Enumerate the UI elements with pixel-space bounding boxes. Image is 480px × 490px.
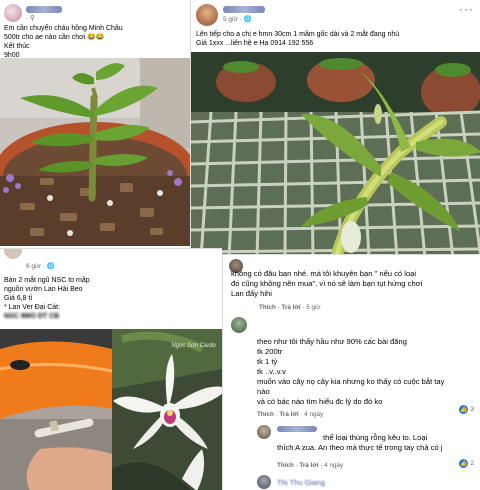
- comment3-like-button[interactable]: Thích: [277, 462, 294, 469]
- comment2-reply-button[interactable]: Trả lời: [279, 411, 298, 418]
- comment2-line5: muốn vào cây nọ cây kia nhưng ko thấy có…: [257, 377, 445, 386]
- like-icon: 👍: [459, 405, 469, 414]
- comment3-time: 4 ngày: [324, 462, 344, 469]
- post3-photo-white-orchid[interactable]: Ngọc Sơn Cardo: [112, 329, 222, 490]
- comment3-line2: thích A zua. An theo mà thực tế trong ta…: [277, 443, 443, 452]
- post3-watermark: Ngọc Sơn Cardo: [171, 343, 216, 349]
- post2-author-name[interactable]: [223, 6, 265, 13]
- post3-photo-car-stem[interactable]: [0, 329, 112, 490]
- post2-text: Lên tiếp cho a chị e hmn 30cm 1 mầm gốc …: [196, 30, 399, 48]
- post2-more-options[interactable]: ···: [459, 2, 474, 16]
- comment2-line7: và có bác nào tìm hiểu đc lý do đó ko: [257, 397, 383, 406]
- post1-photo-orchid-pot[interactable]: [0, 58, 190, 246]
- post3-text: Bán 2 mắt ngũ NSC to mập nguồn vườn Lan …: [4, 276, 90, 321]
- comment2-like-button[interactable]: Thích: [257, 411, 274, 418]
- post3-line3: Giá 6,8 tỉ: [4, 295, 33, 302]
- post1-line2-text: 500tr cho ae nào cần chơi: [4, 34, 86, 41]
- post2-line2: Giá 1xxx ...liên hệ e Ha 0914 192 556: [196, 40, 314, 47]
- post2-time: 5 giờ · 🌐: [223, 16, 252, 23]
- comment3-like-count[interactable]: 👍 2: [459, 459, 474, 468]
- comment2-line6: nào: [257, 387, 270, 396]
- post1-line1: Em cần chuyển cháu hồng Minh Châu: [4, 25, 123, 32]
- comment2-line2: tk 200tr: [257, 347, 283, 356]
- comment1-actions: Thích · Trả lời · 5 giờ: [259, 304, 321, 311]
- post1-emoji: 😂😂: [87, 34, 105, 41]
- comment1-line1: không có đâu bạn nhé. mà tôi khuyên bạn …: [231, 269, 417, 278]
- post-1: · ⚲ Em cần chuyển cháu hồng Minh Châu 50…: [0, 0, 190, 246]
- post3-time-text: 6 giờ ·: [26, 263, 47, 270]
- comment4-name[interactable]: Thị Thu Giang: [277, 478, 325, 488]
- post1-author-name[interactable]: [26, 6, 62, 13]
- post2-avatar[interactable]: [196, 4, 218, 26]
- comment1-reply-button[interactable]: Trả lời: [281, 304, 300, 311]
- comment2-line3: tk 1 tỷ: [257, 357, 278, 366]
- comment2-like-count-text: 3: [470, 406, 474, 413]
- post3-time: 6 giờ · 🌐: [26, 263, 55, 270]
- comment1-text: không có đâu bạn nhé. mà tôi khuyên bạn …: [231, 269, 422, 299]
- post-2: 5 giờ · 🌐 ··· Lên tiếp cho a chị e hmn 3…: [190, 0, 480, 258]
- comment2-like-count[interactable]: 👍 3: [459, 405, 474, 414]
- post3-line2: nguồn vườn Lan Hải Beo: [4, 286, 83, 293]
- post1-avatar[interactable]: [4, 4, 22, 22]
- comment3-text: thể loại thùng rỗng kêu to. Loại thích A…: [277, 433, 443, 453]
- post2-time-text: 5 giờ ·: [223, 16, 244, 23]
- post-3: 6 giờ · 🌐 Bán 2 mắt ngũ NSC to mập nguồn…: [0, 248, 222, 490]
- comment2-line4: tk ..v..v.v: [257, 367, 286, 376]
- comment1-line2: đó cũng không nên mua". vì nó sẽ làm bạn…: [231, 279, 423, 288]
- comment4-avatar[interactable]: [257, 475, 271, 489]
- post2-photo-orchid-shelf[interactable]: [191, 52, 480, 258]
- post1-meta: · ⚲: [26, 15, 35, 22]
- post1-line2: 500tr cho ae nào cần chơi 😂😂: [4, 33, 123, 42]
- comment2-text: theo như tôi thấy hầu như 90% các bài đă…: [257, 337, 444, 407]
- post1-text: Em cần chuyển cháu hồng Minh Châu 500tr …: [4, 24, 123, 60]
- comment1-time: 5 giờ: [306, 304, 321, 311]
- post1-line3: Kết thúc: [4, 43, 30, 50]
- comment3-avatar[interactable]: [257, 425, 271, 439]
- comment2-time: 4 ngày: [304, 411, 324, 418]
- comment3-actions: Thích · Trả lời · 4 ngày: [277, 462, 344, 469]
- comment3-like-count-text: 2: [470, 460, 474, 467]
- like-icon: 👍: [459, 459, 469, 468]
- comments-thread: không có đâu bạn nhé. mà tôi khuyên bạn …: [222, 254, 480, 490]
- post3-line4: * Lan Ver Đại Cát:: [4, 304, 61, 311]
- post3-avatar[interactable]: [4, 249, 22, 259]
- comment1-like-button[interactable]: Thích: [259, 304, 276, 311]
- post2-line1: Lên tiếp cho a chị e hmn 30cm 1 mầm gốc …: [196, 31, 400, 38]
- comment1-line3: Lan đấy hihi: [231, 289, 272, 298]
- comment2-avatar[interactable]: [231, 317, 247, 333]
- comment3-line1: thể loại thùng rỗng kêu to. Loại: [323, 433, 428, 442]
- post3-blurred-line: NSC 9MO DT CB: [4, 313, 60, 320]
- comment2-line1: theo như tôi thấy hầu như 90% các bài đă…: [257, 337, 407, 346]
- comment3-author-name[interactable]: [277, 426, 317, 432]
- comment2-actions: Thích · Trả lời · 4 ngày: [257, 411, 324, 418]
- post3-line1: Bán 2 mắt ngũ NSC to mập: [4, 277, 90, 284]
- comment3-reply-button[interactable]: Trả lời: [299, 462, 318, 469]
